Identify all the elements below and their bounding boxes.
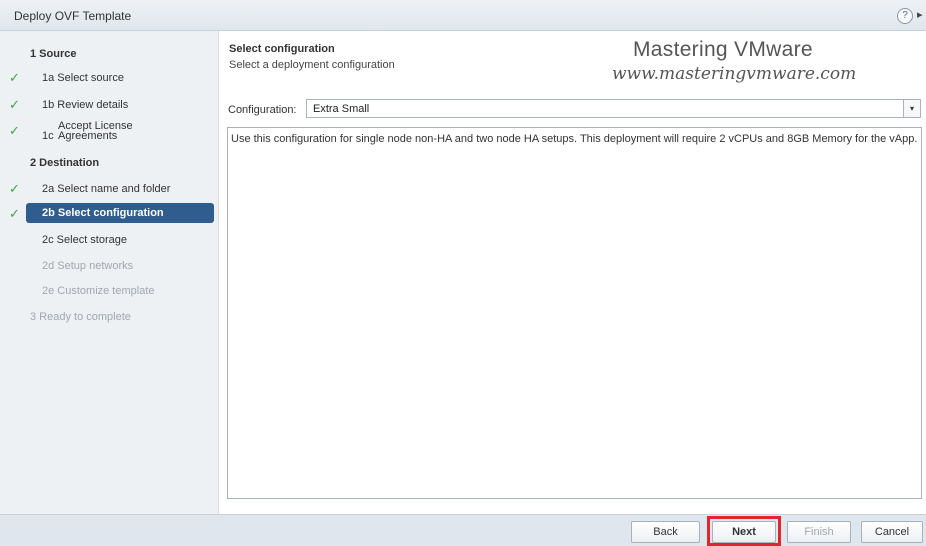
finish-button: Finish xyxy=(787,521,851,543)
step-label: 2e Customize template xyxy=(42,285,155,297)
checkmark-icon: ✓ xyxy=(9,181,20,196)
step-2-destination: 2 Destination xyxy=(0,152,219,174)
checkmark-icon: ✓ xyxy=(9,97,20,112)
step-2e-customize-template: 2e Customize template xyxy=(0,280,219,302)
checkmark-icon: ✓ xyxy=(9,70,20,85)
back-button[interactable]: Back xyxy=(631,521,700,543)
step-label-line2: Agreements xyxy=(58,130,118,142)
step-label: 2b Select configuration xyxy=(42,207,164,219)
wizard-steps-sidebar: 1 Source ✓ 1a Select source ✓ 1b Review … xyxy=(0,31,219,514)
step-label: 2c Select storage xyxy=(42,234,127,246)
step-2b-select-configuration[interactable]: ✓ 2b Select configuration xyxy=(0,203,219,225)
dialog-title: Deploy OVF Template xyxy=(14,9,132,23)
help-icon[interactable]: ? xyxy=(897,8,913,24)
step-1-source: 1 Source xyxy=(0,43,219,65)
step-2d-setup-networks: 2d Setup networks xyxy=(0,255,219,277)
configuration-description: Use this configuration for single node n… xyxy=(231,133,918,145)
configuration-description-box: Use this configuration for single node n… xyxy=(227,127,922,499)
watermark-url: www.masteringvmware.com xyxy=(612,64,857,84)
dialog-titlebar: Deploy OVF Template ? ▸ xyxy=(0,0,926,31)
step-1b-review-details[interactable]: ✓ 1b Review details xyxy=(0,94,219,116)
page-subtitle: Select a deployment configuration xyxy=(229,59,395,71)
cancel-button[interactable]: Cancel xyxy=(861,521,923,543)
step-label: 1a Select source xyxy=(42,72,124,84)
step-3-ready-to-complete: 3 Ready to complete xyxy=(0,306,219,328)
step-1c-accept-license[interactable]: ✓ 1c Accept License Agreements xyxy=(0,119,219,145)
expand-icon[interactable]: ▸ xyxy=(917,8,926,24)
chevron-down-icon[interactable]: ▾ xyxy=(903,100,920,117)
step-label: 3 Ready to complete xyxy=(30,311,131,323)
step-label: 2d Setup networks xyxy=(42,260,134,272)
step-label: 2a Select name and folder xyxy=(42,183,171,195)
step-2a-select-name-folder[interactable]: ✓ 2a Select name and folder xyxy=(0,178,219,200)
next-button[interactable]: Next xyxy=(712,521,776,543)
step-2c-select-storage[interactable]: 2c Select storage xyxy=(0,229,219,251)
configuration-selected-value: Extra Small xyxy=(313,103,370,115)
step-label: 2 Destination xyxy=(30,157,100,169)
dialog-footer: Back Next Finish Cancel xyxy=(0,514,926,546)
page-title: Select configuration xyxy=(229,43,335,55)
configuration-label: Configuration: xyxy=(228,104,297,116)
configuration-dropdown[interactable]: Extra Small ▾ xyxy=(306,99,921,118)
checkmark-icon: ✓ xyxy=(9,206,20,221)
step-label: 1b Review details xyxy=(42,99,129,111)
checkmark-icon: ✓ xyxy=(9,123,20,138)
step-label: 1 Source xyxy=(30,48,77,60)
watermark-title: Mastering VMware xyxy=(633,38,813,61)
step-prefix: 1c xyxy=(42,130,54,142)
step-1a-select-source[interactable]: ✓ 1a Select source xyxy=(0,67,219,89)
main-content: Select configuration Select a deployment… xyxy=(219,31,926,514)
